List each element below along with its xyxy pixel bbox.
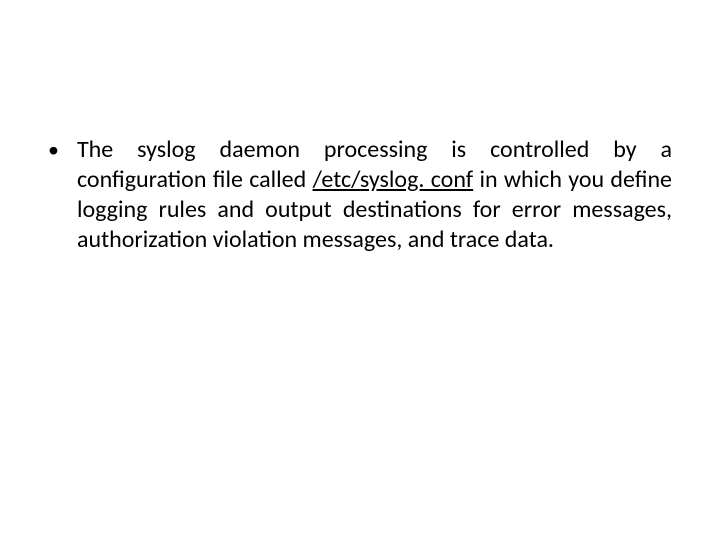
slide-content: • The syslog daemon processing is contro… [48, 135, 672, 255]
file-path: /etc/syslog. conf [313, 165, 474, 194]
bullet-marker: • [48, 135, 59, 165]
bullet-text: The syslog daemon processing is controll… [77, 135, 672, 255]
bullet-item: • The syslog daemon processing is contro… [48, 135, 672, 255]
